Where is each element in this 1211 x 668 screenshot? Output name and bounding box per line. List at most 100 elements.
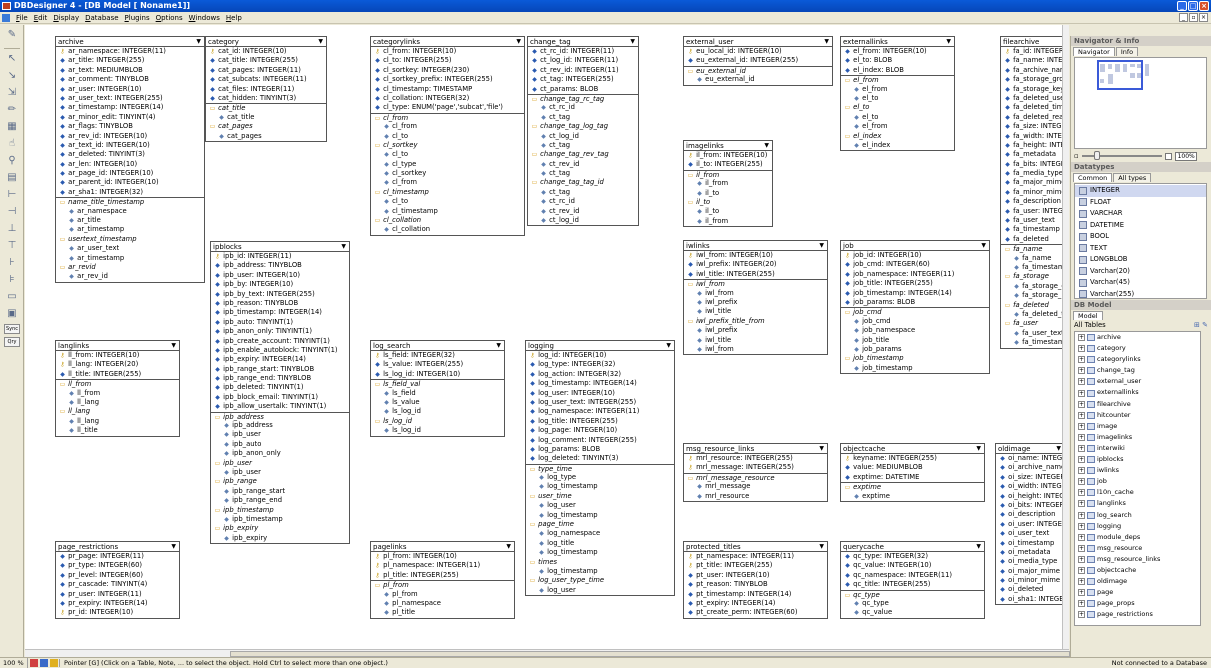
datatype-item[interactable]: DATETIME (1075, 220, 1206, 232)
fit-checkbox[interactable] (1164, 152, 1172, 160)
table-column[interactable]: ⚷ eu_local_id: INTEGER(10) (684, 47, 832, 56)
table-pagelinks[interactable]: pagelinks ▼ ⚷ pl_from: INTEGER(10) ⚷ pl_nam… (370, 541, 515, 619)
menu-file[interactable]: File (13, 14, 31, 22)
table-header[interactable]: category ▼ (206, 37, 326, 47)
maximize-button[interactable]: □ (1188, 1, 1198, 11)
table-column[interactable]: ◆ ar_page_id: INTEGER(10) (56, 169, 204, 178)
table-column[interactable]: ◆ oi_metadata (996, 548, 1064, 557)
table-column[interactable]: ◆ oi_major_mime (996, 567, 1064, 576)
index-column[interactable]: ◆ log_namespace (526, 529, 674, 538)
table-index[interactable]: ▭ usertext_timestamp (56, 235, 204, 244)
table-menu-arrow-icon[interactable]: ▼ (341, 242, 346, 252)
index-column[interactable]: ◆ mrl_resource (684, 492, 827, 501)
table-column[interactable]: ◆ fa_name: INTEGER(255) (1001, 56, 1069, 65)
expand-node-icon[interactable]: + (1078, 600, 1085, 608)
table-column[interactable]: ◆ el_from: INTEGER(10) (841, 47, 954, 56)
index-column[interactable]: ◆ ar_rev_id (56, 272, 204, 281)
note-tool-icon[interactable]: ▭ (4, 290, 20, 304)
table-msg-resource-links[interactable]: msg_resource_links ▼ ⚷ mrl_resource: INTEG… (683, 443, 828, 502)
tree-item-table[interactable]: + logging (1075, 521, 1200, 532)
tree-item-table[interactable]: + image (1075, 421, 1200, 432)
table-column[interactable]: ◆ ct_params: BLOB (528, 85, 638, 94)
table-column[interactable]: ◆ pr_level: INTEGER(60) (56, 571, 179, 580)
expand-node-icon[interactable]: + (1078, 334, 1085, 342)
table-column[interactable]: ◆ ipb_auto: TINYINT(1) (211, 318, 349, 327)
index-column[interactable]: ◆ ar_user_text (56, 244, 204, 253)
table-column[interactable]: ◆ ar_sha1: INTEGER(32) (56, 188, 204, 197)
table-column[interactable]: ◆ fa_deleted (1001, 235, 1069, 244)
edit-icon[interactable]: ✎ (1202, 321, 1208, 329)
relation-nm-tool-icon[interactable]: ⊥ (4, 222, 20, 236)
table-index[interactable]: ▭ ipb_range (211, 477, 349, 486)
tree-item-table[interactable]: + job (1075, 476, 1200, 487)
canvas-vertical-scrollbar[interactable] (1062, 25, 1069, 649)
menu-windows[interactable]: Windows (186, 14, 223, 22)
table-column[interactable]: ◆ exptime: DATETIME (841, 473, 984, 482)
zoom-tool-icon[interactable]: ⚲ (4, 154, 20, 168)
expand-node-icon[interactable]: + (1078, 389, 1085, 397)
table-column[interactable]: ◆ fa_width: INTEGER (1001, 132, 1069, 141)
table-column[interactable]: ◆ ipb_timestamp: INTEGER(14) (211, 308, 349, 317)
expand-node-icon[interactable]: + (1078, 378, 1085, 386)
minimize-button[interactable]: _ (1177, 1, 1187, 11)
table-column[interactable]: ◆ ipb_enable_autoblock: TINYINT(1) (211, 346, 349, 355)
table-logging[interactable]: logging ▼ ⚷ log_id: INTEGER(10) ◆ log_type:… (525, 340, 675, 597)
table-header[interactable]: protected_titles ▼ (684, 542, 827, 552)
expand-node-icon[interactable]: + (1078, 433, 1085, 441)
expand-node-icon[interactable]: + (1078, 555, 1085, 563)
table-column[interactable]: ◆ log_params: BLOB (526, 445, 674, 454)
index-column[interactable]: ◆ iwl_from (684, 345, 827, 354)
table-column[interactable]: ◆ job_params: BLOB (841, 298, 989, 307)
index-column[interactable]: ◆ ipb_user (211, 468, 349, 477)
table-objectcache[interactable]: objectcache ▼ ⚷ keyname: INTEGER(255) ◆ val… (840, 443, 985, 502)
table-index[interactable]: ▭ ar_revid (56, 263, 204, 272)
table-categorylinks[interactable]: categorylinks ▼ ⚷ cl_from: INTEGER(10) ◆ cl… (370, 36, 525, 236)
navigator-minimap[interactable] (1074, 57, 1207, 149)
index-column[interactable]: ◆ iwl_title (684, 336, 827, 345)
table-column[interactable]: ◆ job_timestamp: INTEGER(14) (841, 289, 989, 298)
table-column[interactable]: ◆ ipb_range_start: TINYBLOB (211, 365, 349, 374)
table-index[interactable]: ▭ cl_sortkey (371, 141, 524, 150)
tree-item-table[interactable]: + filearchive (1075, 399, 1200, 410)
expand-node-icon[interactable]: + (1078, 489, 1085, 497)
table-column[interactable]: ◆ log_page: INTEGER(10) (526, 426, 674, 435)
table-column[interactable]: ◆ pt_user: INTEGER(10) (684, 571, 827, 580)
table-column[interactable]: ◆ cl_collation: INTEGER(32) (371, 94, 524, 103)
expand-node-icon[interactable]: + (1078, 522, 1085, 530)
table-column[interactable]: ◆ ipb_by: INTEGER(10) (211, 280, 349, 289)
table-index[interactable]: ▭ ls_log_id (371, 417, 504, 426)
expand-node-icon[interactable]: + (1078, 367, 1085, 375)
table-column[interactable]: ◆ pr_type: INTEGER(60) (56, 561, 179, 570)
index-column[interactable]: ◆ cat_pages (206, 132, 326, 141)
index-column[interactable]: ◆ ls_field (371, 389, 504, 398)
table-index[interactable]: ▭ cl_timestamp (371, 188, 524, 197)
table-column[interactable]: ⚷ pl_title: INTEGER(255) (371, 571, 514, 580)
table-index[interactable]: ▭ ll_from (56, 379, 179, 388)
tree-item-table[interactable]: + change_tag (1075, 365, 1200, 376)
table-column[interactable]: ◆ oi_user: INTEGER (996, 520, 1064, 529)
table-index[interactable]: ▭ qc_type (841, 589, 984, 599)
index-column[interactable]: ◆ ar_title (56, 216, 204, 225)
table-column[interactable]: ◆ pr_user: INTEGER(11) (56, 590, 179, 599)
table-header[interactable]: archive ▼ (56, 37, 204, 47)
table-menu-arrow-icon[interactable]: ▼ (1056, 444, 1061, 454)
index-column[interactable]: ◆ fa_deleted_timestamp (1001, 310, 1069, 319)
tree-item-table[interactable]: + page_restrictions (1075, 609, 1200, 620)
index-column[interactable]: ◆ qc_type (841, 599, 984, 608)
index-column[interactable]: ◆ ipb_expiry (211, 534, 349, 543)
expand-node-icon[interactable]: + (1078, 411, 1085, 419)
table-index[interactable]: ▭ fa_deleted (1001, 301, 1069, 310)
table-column[interactable]: ◆ oi_sha1: INTEGER (996, 595, 1064, 604)
index-column[interactable]: ◆ fa_storage_group (1001, 282, 1069, 291)
table-column[interactable]: ⚷ pl_from: INTEGER(10) (371, 552, 514, 561)
table-column[interactable]: ◆ oi_deleted (996, 585, 1064, 594)
table-column[interactable]: ◆ ar_flags: TINYBLOB (56, 122, 204, 131)
table-column[interactable]: ◆ cl_sortkey_prefix: INTEGER(255) (371, 75, 524, 84)
table-index[interactable]: ▭ user_time (526, 492, 674, 501)
table-column[interactable]: ◆ ipb_block_email: TINYINT(1) (211, 393, 349, 402)
table-column[interactable]: ◆ fa_media_type (1001, 169, 1069, 178)
table-header[interactable]: pagelinks ▼ (371, 542, 514, 552)
expand-node-icon[interactable]: + (1078, 467, 1085, 475)
table-header[interactable]: categorylinks ▼ (371, 37, 524, 47)
mdi-minimize-button[interactable]: _ (1179, 13, 1188, 22)
